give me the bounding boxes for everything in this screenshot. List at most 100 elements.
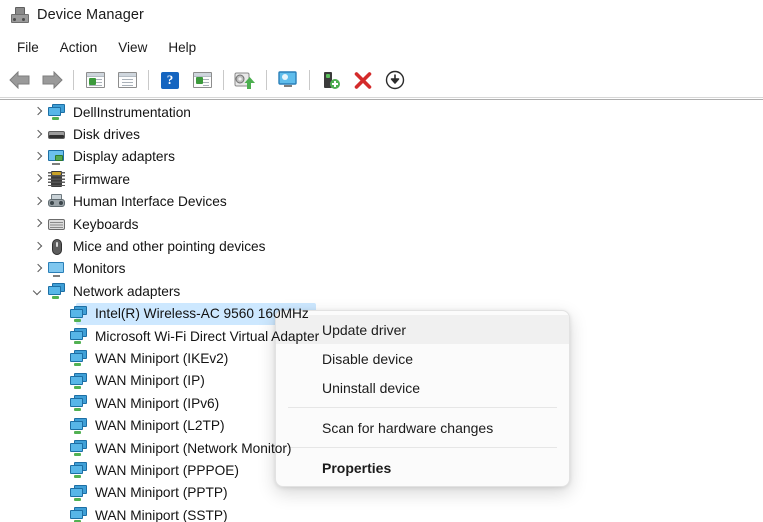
chevron-right-icon[interactable] bbox=[32, 129, 44, 141]
tree-row-label: DellInstrumentation bbox=[73, 104, 191, 120]
tree-row-label: WAN Miniport (Network Monitor) bbox=[95, 440, 292, 456]
toolbar-divider bbox=[0, 97, 763, 98]
help-icon[interactable]: ? bbox=[156, 66, 184, 94]
tree-row-label: WAN Miniport (IPv6) bbox=[95, 395, 220, 411]
disk-drive-icon bbox=[48, 127, 65, 143]
scan-monitor-icon[interactable] bbox=[274, 66, 302, 94]
context-menu-properties[interactable]: Properties bbox=[276, 453, 569, 482]
tree-row[interactable]: Display adapters bbox=[0, 146, 763, 168]
device-manager-icon bbox=[10, 6, 29, 24]
chevron-spacer bbox=[54, 464, 66, 476]
context-menu-scan-hardware[interactable]: Scan for hardware changes bbox=[276, 413, 569, 442]
tree-row[interactable]: Monitors bbox=[0, 258, 763, 280]
show-details-icon[interactable] bbox=[188, 66, 216, 94]
tree-row[interactable]: Firmware bbox=[0, 168, 763, 190]
toolbar-separator bbox=[148, 70, 149, 90]
chevron-right-icon[interactable] bbox=[32, 263, 44, 275]
tree-row[interactable]: Network adapters bbox=[0, 280, 763, 302]
disable-device-icon[interactable] bbox=[381, 66, 409, 94]
firmware-chip-icon bbox=[48, 171, 65, 188]
network-adapter-icon bbox=[70, 417, 87, 434]
network-adapter-icon bbox=[70, 462, 87, 479]
toolbar-separator bbox=[266, 70, 267, 90]
chevron-spacer bbox=[54, 330, 66, 342]
menu-action[interactable]: Action bbox=[51, 37, 107, 58]
tree-row-label: Intel(R) Wireless-AC 9560 160MHz bbox=[95, 306, 309, 322]
context-menu-update-driver[interactable]: Update driver bbox=[276, 315, 569, 344]
network-computer-icon bbox=[48, 283, 65, 300]
tree-row[interactable]: WAN Miniport (SSTP) bbox=[0, 504, 763, 522]
back-arrow-icon[interactable] bbox=[6, 66, 34, 94]
tree-row-label: WAN Miniport (SSTP) bbox=[95, 507, 228, 522]
chevron-spacer bbox=[54, 352, 66, 364]
chevron-spacer bbox=[54, 308, 66, 320]
tree-row[interactable]: Disk drives bbox=[0, 123, 763, 145]
toolbar-divider-shadow bbox=[0, 99, 763, 100]
context-menu-separator bbox=[288, 447, 557, 448]
context-menu-disable-device[interactable]: Disable device bbox=[276, 344, 569, 373]
keyboard-icon bbox=[48, 216, 65, 232]
tree-row-label: Display adapters bbox=[73, 149, 175, 165]
hid-device-icon bbox=[48, 193, 65, 210]
tree-row-label: Monitors bbox=[73, 261, 126, 277]
menu-view[interactable]: View bbox=[109, 37, 156, 58]
network-computer-icon bbox=[48, 104, 65, 121]
network-adapter-icon bbox=[70, 507, 87, 522]
tree-row-label: Human Interface Devices bbox=[73, 194, 227, 210]
device-manager-window: Device Manager File Action View Help ? D… bbox=[0, 0, 763, 522]
chevron-right-icon[interactable] bbox=[32, 196, 44, 208]
tree-row-label: WAN Miniport (IKEv2) bbox=[95, 350, 229, 366]
tree-row-label: WAN Miniport (PPTP) bbox=[95, 485, 228, 501]
context-menu[interactable]: Update driver Disable device Uninstall d… bbox=[275, 310, 570, 487]
show-console-tree-icon[interactable] bbox=[81, 66, 109, 94]
window-title: Device Manager bbox=[37, 7, 144, 23]
network-adapter-icon bbox=[70, 305, 87, 322]
display-adapter-icon bbox=[48, 149, 65, 165]
monitor-icon bbox=[48, 261, 65, 277]
tree-row-label: Microsoft Wi-Fi Direct Virtual Adapter bbox=[95, 328, 320, 344]
tree-row-label: WAN Miniport (PPPOE) bbox=[95, 462, 239, 478]
chevron-spacer bbox=[54, 375, 66, 387]
chevron-right-icon[interactable] bbox=[32, 173, 44, 185]
menu-bar: File Action View Help bbox=[0, 34, 763, 60]
menu-file[interactable]: File bbox=[8, 37, 48, 58]
properties-window-icon[interactable] bbox=[113, 66, 141, 94]
chevron-right-icon[interactable] bbox=[32, 218, 44, 230]
network-adapter-icon bbox=[70, 484, 87, 501]
tree-row-label: Firmware bbox=[73, 171, 131, 187]
chevron-spacer bbox=[54, 509, 66, 521]
uninstall-device-icon[interactable] bbox=[349, 66, 377, 94]
tree-row[interactable]: Human Interface Devices bbox=[0, 191, 763, 213]
toolbar-separator bbox=[73, 70, 74, 90]
forward-arrow-icon[interactable] bbox=[38, 66, 66, 94]
chevron-spacer bbox=[54, 397, 66, 409]
tree-row-label: Disk drives bbox=[73, 127, 140, 143]
tree-row[interactable]: Keyboards bbox=[0, 213, 763, 235]
toolbar-separator bbox=[309, 70, 310, 90]
tree-row-label: Network adapters bbox=[73, 283, 181, 299]
chevron-spacer bbox=[54, 420, 66, 432]
network-adapter-icon bbox=[70, 372, 87, 389]
tree-row-label: Keyboards bbox=[73, 216, 139, 232]
menu-help[interactable]: Help bbox=[159, 37, 205, 58]
chevron-right-icon[interactable] bbox=[32, 151, 44, 163]
chevron-spacer bbox=[54, 442, 66, 454]
toolbar: ? bbox=[0, 62, 763, 98]
chevron-right-icon[interactable] bbox=[32, 241, 44, 253]
network-adapter-icon bbox=[70, 350, 87, 367]
toolbar-separator bbox=[223, 70, 224, 90]
add-device-icon[interactable] bbox=[317, 66, 345, 94]
tree-row-label: Mice and other pointing devices bbox=[73, 239, 266, 255]
context-menu-uninstall-device[interactable]: Uninstall device bbox=[276, 373, 569, 402]
update-driver-icon[interactable] bbox=[231, 66, 259, 94]
title-bar: Device Manager bbox=[0, 0, 763, 30]
chevron-down-icon[interactable] bbox=[32, 285, 44, 297]
network-adapter-icon bbox=[70, 395, 87, 412]
mouse-icon bbox=[48, 238, 65, 255]
tree-row[interactable]: Mice and other pointing devices bbox=[0, 235, 763, 257]
tree-row-label: WAN Miniport (IP) bbox=[95, 373, 205, 389]
tree-row[interactable]: DellInstrumentation bbox=[0, 101, 763, 123]
chevron-spacer bbox=[54, 487, 66, 499]
context-menu-separator bbox=[288, 407, 557, 408]
chevron-right-icon[interactable] bbox=[32, 106, 44, 118]
